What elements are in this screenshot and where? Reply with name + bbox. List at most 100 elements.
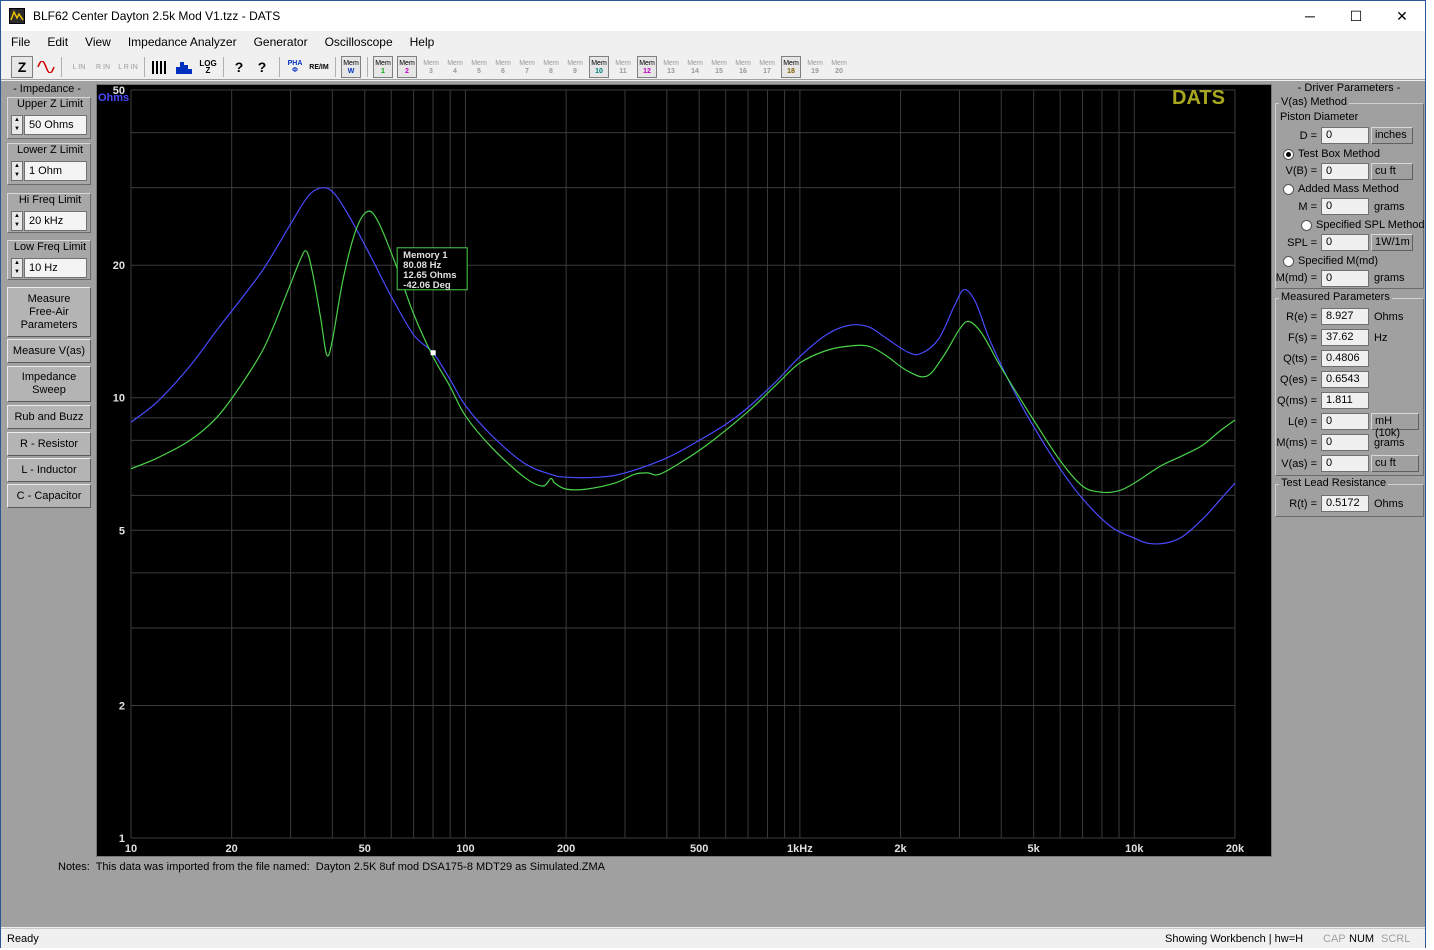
measured-param-unit: grams	[1374, 437, 1405, 449]
test-box-radio[interactable]	[1283, 149, 1294, 160]
spinner-arrows-icon[interactable]: ▲ ▼	[11, 211, 23, 231]
impedance-chart[interactable]: 10 20 50 100 200 500 1kHz 2k 5k 10k 20k125102050Oh…	[97, 85, 1271, 856]
mem-19-button[interactable]: Mem 19	[805, 56, 825, 78]
measured-param-unit: Hz	[1374, 332, 1388, 344]
measure-vas-button[interactable]: Measure V(as)	[7, 339, 91, 363]
close-button[interactable]: ✕	[1379, 1, 1425, 31]
menu-impedance-analyzer[interactable]: Impedance Analyzer	[118, 31, 244, 52]
mem-14-button[interactable]: Mem 14	[685, 56, 705, 78]
measured-param-value[interactable]: 0	[1321, 434, 1369, 451]
measured-param-value[interactable]: 0	[1321, 455, 1369, 472]
sine-wave-icon[interactable]	[35, 56, 57, 78]
vb-unit-button[interactable]: cu ft	[1371, 163, 1413, 180]
specified-mmd-radio[interactable]	[1283, 256, 1294, 267]
rt-field[interactable]: 0.5172	[1321, 495, 1369, 512]
mem-10-button[interactable]: Mem 10	[589, 56, 609, 78]
menu-edit[interactable]: Edit	[37, 31, 75, 52]
mmd-field[interactable]: 0	[1321, 270, 1369, 287]
menu-file[interactable]: File	[1, 31, 37, 52]
mem-8-button[interactable]: Mem 8	[541, 56, 561, 78]
mem-number-label: 10	[595, 67, 603, 75]
specified-spl-radio[interactable]	[1301, 220, 1312, 231]
measured-param-value[interactable]: 8.927	[1321, 308, 1369, 325]
menu-oscilloscope[interactable]: Oscilloscope	[315, 31, 400, 52]
mem-workbench-button[interactable]: Mem W	[341, 56, 361, 78]
spinner-arrows-icon[interactable]: ▲ ▼	[11, 258, 23, 278]
mem-11-button[interactable]: Mem 11	[613, 56, 633, 78]
impedance-graph[interactable]: 10 20 50 100 200 500 1kHz 2k 5k 10k 20k 1 2 5 10 20 50 Oh…	[96, 84, 1272, 857]
mem-20-button[interactable]: Mem 20	[829, 56, 849, 78]
measured-param-value[interactable]: 0	[1321, 413, 1369, 430]
mem-13-button[interactable]: Mem 13	[661, 56, 681, 78]
mem-17-button[interactable]: Mem 17	[757, 56, 777, 78]
menu-help[interactable]: Help	[400, 31, 442, 52]
hi-freq-limit-group: Hi Freq Limit ▲ ▼ 20 kHz	[7, 193, 91, 233]
measured-param-value[interactable]: 0.4806	[1321, 350, 1369, 367]
low-freq-limit-spinner[interactable]: ▲ ▼ 10 Hz	[11, 258, 87, 278]
spinner-arrows-icon[interactable]: ▲ ▼	[11, 115, 23, 135]
r-resistor-button[interactable]: R - Resistor	[7, 432, 91, 456]
mem-16-button[interactable]: Mem 16	[733, 56, 753, 78]
mem-9-button[interactable]: Mem 9	[565, 56, 585, 78]
measured-param-value[interactable]: 37.62	[1321, 329, 1369, 346]
minimize-button[interactable]: ─	[1287, 1, 1333, 31]
mem-18-button[interactable]: Mem 18	[781, 56, 801, 78]
context-help-icon[interactable]: ?	[251, 56, 273, 78]
left-input-button[interactable]: L IN	[69, 56, 89, 78]
d-unit-button[interactable]: inches	[1371, 127, 1413, 144]
left-right-input-button[interactable]: L R IN	[117, 56, 139, 78]
phase-button[interactable]: PHA Φ	[285, 56, 305, 78]
vb-field[interactable]: 0	[1321, 163, 1369, 180]
low-freq-limit-value[interactable]: 10 Hz	[24, 258, 87, 278]
mem-2-button[interactable]: Mem 2	[397, 56, 417, 78]
menu-generator[interactable]: Generator	[244, 31, 315, 52]
spl-unit-button[interactable]: 1W/1m	[1371, 234, 1413, 251]
upper-z-limit-group: Upper Z Limit ▲ ▼ 50 Ohms	[7, 97, 91, 139]
mem-3-button[interactable]: Mem 3	[421, 56, 441, 78]
mem-15-button[interactable]: Mem 15	[709, 56, 729, 78]
mem-5-button[interactable]: Mem 5	[469, 56, 489, 78]
dats-app-icon[interactable]	[9, 8, 25, 24]
spl-field[interactable]: 0	[1321, 234, 1369, 251]
m-field[interactable]: 0	[1321, 198, 1369, 215]
c-capacitor-button[interactable]: C - Capacitor	[7, 484, 91, 508]
hi-freq-limit-value[interactable]: 20 kHz	[24, 211, 87, 231]
lower-z-limit-spinner[interactable]: ▲ ▼ 1 Ohm	[11, 161, 87, 181]
measured-param-value[interactable]: 1.811	[1321, 392, 1369, 409]
measured-param-unit[interactable]: cu ft	[1371, 455, 1419, 472]
mem-6-button[interactable]: Mem 6	[493, 56, 513, 78]
upper-z-limit-value[interactable]: 50 Ohms	[24, 115, 87, 135]
re-im-button[interactable]: RE/IM	[309, 56, 329, 78]
measured-param-value[interactable]: 0.6543	[1321, 371, 1369, 388]
measured-param-label: R(e) =	[1286, 311, 1317, 323]
menu-view[interactable]: View	[75, 31, 118, 52]
help-icon[interactable]: ?	[229, 56, 249, 78]
log-scale-button[interactable]: LOG Z	[197, 56, 219, 78]
bar-graph-icon[interactable]	[149, 56, 171, 78]
impedance-z-button[interactable]: Z	[11, 56, 33, 78]
measure-free-air-button[interactable]: Measure Free-Air Parameters	[7, 287, 91, 337]
mem-number-label: 3	[429, 67, 433, 75]
mem-top-label: Mem	[735, 59, 751, 67]
mem-12-button[interactable]: Mem 12	[637, 56, 657, 78]
added-mass-radio[interactable]	[1283, 184, 1294, 195]
l-inductor-button[interactable]: L - Inductor	[7, 458, 91, 482]
hi-freq-limit-spinner[interactable]: ▲ ▼ 20 kHz	[11, 211, 87, 231]
impedance-sweep-button[interactable]: Impedance Sweep	[7, 366, 91, 402]
mem-4-button[interactable]: Mem 4	[445, 56, 465, 78]
rub-and-buzz-button[interactable]: Rub and Buzz	[7, 405, 91, 429]
mem-1-button[interactable]: Mem 1	[373, 56, 393, 78]
right-input-button[interactable]: R IN	[93, 56, 113, 78]
upper-z-limit-spinner[interactable]: ▲ ▼ 50 Ohms	[11, 115, 87, 135]
mem-7-button[interactable]: Mem 7	[517, 56, 537, 78]
lower-z-limit-value[interactable]: 1 Ohm	[24, 161, 87, 181]
spinner-arrows-icon[interactable]: ▲ ▼	[11, 161, 23, 181]
measured-param-unit[interactable]: mH (10k)	[1371, 413, 1419, 439]
d-field[interactable]: 0	[1321, 127, 1369, 144]
mem-number-label: 4	[453, 67, 457, 75]
mem-top-label: Mem	[519, 59, 535, 67]
mem-top-label: Mem	[807, 59, 823, 67]
maximize-button[interactable]: ☐	[1333, 1, 1379, 31]
vb-label: V(B) =	[1285, 165, 1317, 177]
histogram-icon[interactable]	[173, 56, 195, 78]
